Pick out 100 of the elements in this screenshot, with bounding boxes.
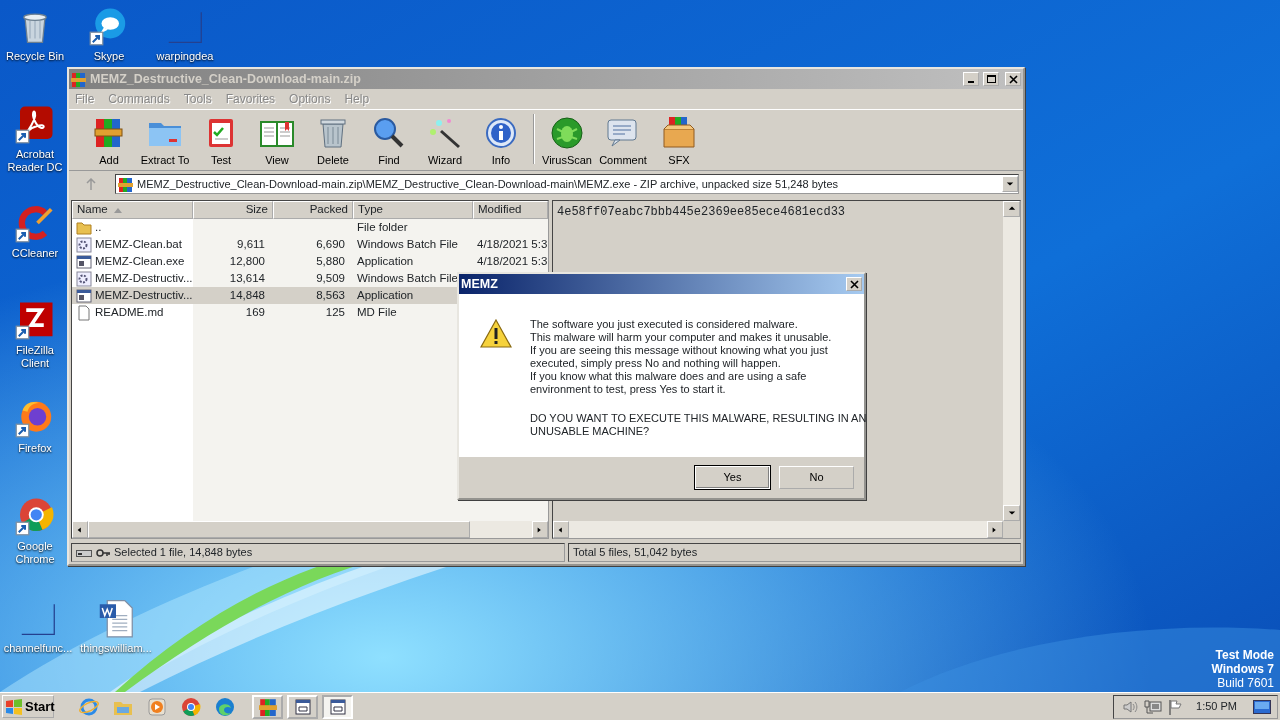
question-text: DO YOU WANT TO EXECUTE THIS MALWARE, RESULTING IN AN UNUSABLE MACHINE? (530, 412, 867, 438)
warning-icon (480, 318, 512, 350)
windows-logo-icon (5, 698, 23, 715)
scroll-up-button[interactable] (1003, 201, 1020, 217)
table-cell-text: Application (356, 287, 415, 303)
program-icon (76, 287, 92, 304)
up-arrow-icon (85, 178, 97, 190)
app-icon (15, 496, 55, 536)
toolbar-button[interactable]: Delete (305, 115, 361, 170)
scroll-down-button[interactable] (1003, 505, 1020, 521)
bug-icon (549, 115, 585, 151)
table-cell-text: 125 (324, 304, 346, 320)
speaker-icon (1122, 698, 1139, 715)
toolbar-button[interactable]: Info (473, 115, 529, 170)
app-icon (214, 695, 236, 718)
status-text: Total 5 files, 51,042 bytes (573, 545, 698, 561)
column-header[interactable]: Type (353, 201, 473, 219)
minimize-button[interactable] (963, 72, 979, 86)
column-header[interactable]: Name (72, 201, 193, 219)
toolbar-button[interactable]: Extract To (137, 115, 193, 170)
toolbar-button[interactable]: SFX (651, 115, 707, 170)
status-text: Selected 1 file, 14,848 bytes (114, 545, 253, 561)
taskbar-button[interactable] (322, 694, 353, 719)
name-cell: MEMZ-Clean.bat (72, 236, 193, 253)
program-icon (76, 253, 92, 270)
path-field[interactable]: MEMZ_Destructive_Clean-Download-main.zip\MEMZ_Destructive_Clean-Download-main\MEMZ.exe - ZIP archive, unpacked size 51,248 bytes (115, 174, 1019, 194)
dropdown-button[interactable] (1002, 176, 1018, 192)
table-cell-text: 8,563 (315, 287, 346, 303)
table-row[interactable]: MEMZ-Clean.exe 12,800 5,880 Application 4/18/2021 5:3 (72, 253, 548, 270)
name-cell: MEMZ-Destructiv... (72, 270, 193, 287)
toolbar-button[interactable]: Wizard (417, 115, 473, 170)
column-header[interactable]: Size (193, 201, 273, 219)
archive-icon (71, 71, 86, 87)
table-row[interactable]: MEMZ-Clean.bat 9,611 6,690 Windows Batch File 4/18/2021 5:3 (72, 236, 548, 253)
message-text: The software you just executed is considered malware. This malware will harm your computer and makes it unusable. If you are seeing this message without knowing what you just executed, simply press No and nothing will happen. If you know what this malware does and are using a safe environment to test, press Yes to start it. (530, 318, 833, 396)
table-cell-text: 12,800 (228, 253, 266, 269)
toolbar-button[interactable]: VirusScan (539, 115, 595, 170)
taskbar-button[interactable] (252, 694, 283, 719)
table-cell-text: File folder (356, 219, 409, 235)
archive-icon (118, 176, 133, 192)
os-info-text: Build 7601 (1217, 676, 1274, 690)
table-cell-text: 4/18/2021 5:3 (476, 253, 548, 269)
app-icon (15, 203, 55, 243)
minimize-icon (968, 81, 974, 83)
dialog-button[interactable]: Yes (695, 466, 770, 489)
start-button[interactable]: Start (2, 695, 54, 718)
archive-icon (258, 697, 277, 716)
window-icon (329, 698, 346, 715)
dialog-button[interactable]: No (779, 466, 854, 489)
comment-text: 4e58ff07eabc7bbb445e2369ee85ece4681ecd33 (556, 204, 847, 221)
table-cell-text: MD File (356, 304, 398, 320)
info-icon (483, 115, 519, 151)
name-cell: .. (72, 219, 193, 236)
close-icon (849, 279, 859, 289)
app-icon (15, 300, 55, 340)
up-arrow-icon (1007, 205, 1016, 213)
os-info-text: Test Mode (1215, 648, 1274, 662)
name-cell: README.md (72, 304, 193, 321)
left-arrow-icon (557, 525, 565, 534)
window-icon (294, 698, 311, 715)
toolbar-button[interactable]: Add (81, 115, 137, 170)
close-button[interactable] (846, 277, 862, 291)
toolbar-button[interactable]: Comment (595, 115, 651, 170)
table-cell-text: 13,614 (228, 270, 266, 286)
scroll-left-button[interactable] (72, 521, 88, 538)
app-icon (15, 104, 55, 144)
maximize-icon (986, 74, 996, 84)
caret-icon (1006, 180, 1014, 188)
scroll-right-button[interactable] (987, 521, 1003, 538)
table-cell-text: Application (356, 253, 415, 269)
maximize-button[interactable] (983, 72, 999, 86)
window-title: MEMZ_Destructive_Clean-Download-main.zip (90, 70, 362, 88)
table-cell-text: 6,690 (315, 236, 346, 252)
scroll-left-button[interactable] (553, 521, 569, 538)
column-header[interactable]: Modified (473, 201, 548, 219)
table-cell-text: 14,848 (228, 287, 266, 303)
taskbar-button[interactable] (287, 694, 318, 719)
column-header[interactable]: Packed (273, 201, 353, 219)
table-cell-text: 169 (244, 304, 266, 320)
gear-file-icon (76, 236, 92, 253)
key-icon (96, 547, 110, 558)
left-arrow-icon (76, 525, 84, 534)
box-icon (661, 115, 697, 151)
table-cell-text: Windows Batch File (356, 236, 459, 252)
os-info-text: Windows 7 (1211, 662, 1274, 676)
toolbar-button[interactable]: View (249, 115, 305, 170)
table-row[interactable]: .. File folder (72, 219, 548, 236)
flag-icon (1168, 698, 1183, 715)
gear-file-icon (76, 270, 92, 287)
table-cell-text: 9,611 (236, 236, 266, 252)
toolbar-button[interactable]: Test (193, 115, 249, 170)
scroll-thumb[interactable] (88, 521, 470, 538)
monitor-icon (1253, 699, 1271, 714)
name-cell: MEMZ-Clean.exe (72, 253, 193, 270)
scroll-right-button[interactable] (532, 521, 548, 538)
toolbar-button[interactable]: Find (361, 115, 417, 170)
close-button[interactable] (1005, 72, 1021, 86)
file-icon (76, 304, 92, 321)
name-cell: MEMZ-Destructiv... (72, 287, 193, 304)
table-cell-text: 9,509 (315, 270, 346, 286)
